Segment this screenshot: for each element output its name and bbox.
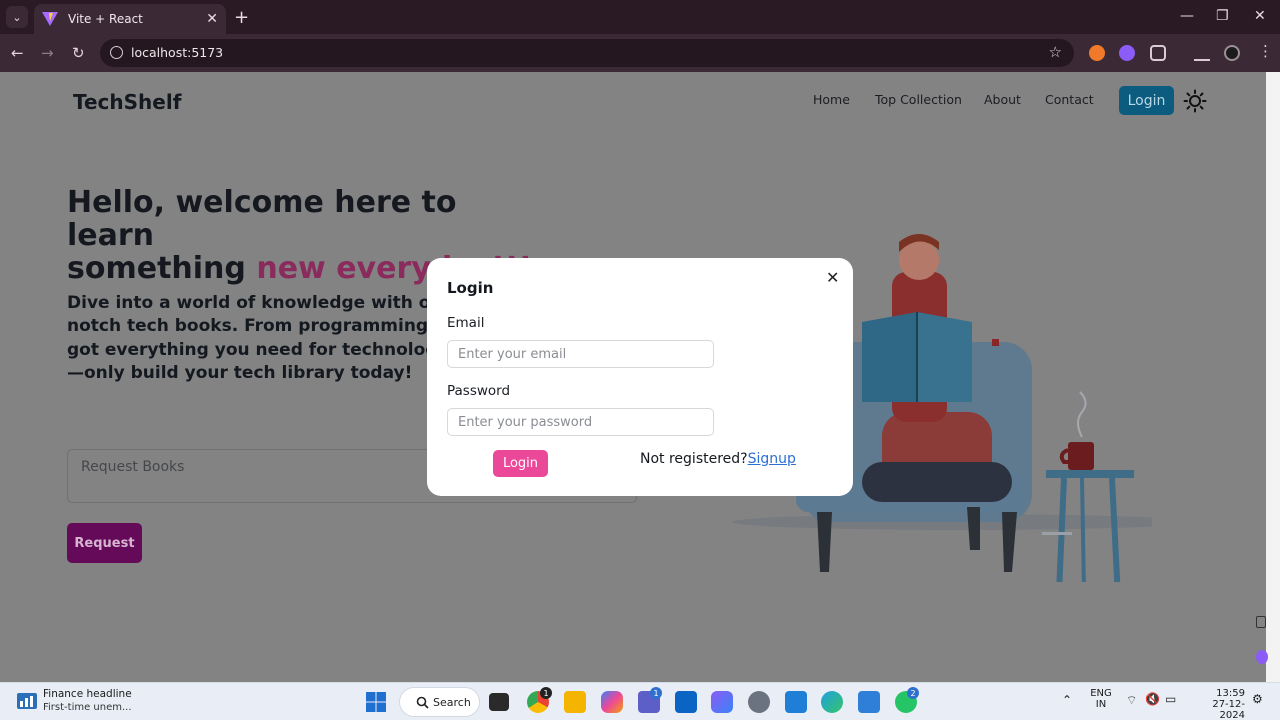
email-label: Email	[447, 315, 485, 331]
language-code: ENG	[1090, 688, 1112, 699]
windows-start-icon[interactable]	[365, 691, 387, 713]
bookmark-star-icon[interactable]: ☆	[1049, 43, 1062, 61]
search-label: Search	[433, 696, 471, 709]
volume-muted-icon[interactable]: 🔇	[1145, 692, 1160, 706]
theme-toggle-sun-icon[interactable]	[1183, 89, 1207, 113]
taskbar-search[interactable]: Search	[399, 687, 480, 717]
browser-menu-icon[interactable]: ⋮	[1258, 42, 1273, 60]
browser-tabstrip: ⌄ Vite + React ✕ + — ❐ ✕	[0, 0, 1280, 34]
modal-title: Login	[447, 279, 494, 297]
settings-gear-icon[interactable]	[748, 691, 770, 713]
search-icon	[416, 696, 429, 709]
nav-link-about[interactable]: About	[984, 92, 1021, 107]
vite-logo-icon	[42, 12, 58, 26]
copilot-icon[interactable]	[601, 691, 623, 713]
teams-badge: 1	[650, 687, 662, 699]
downloads-icon[interactable]	[1194, 45, 1210, 61]
modal-login-button[interactable]: Login	[493, 450, 548, 477]
url-text[interactable]: localhost:5173	[131, 45, 223, 60]
password-field[interactable]	[447, 408, 714, 436]
nav-link-contact[interactable]: Contact	[1045, 92, 1094, 107]
site-info-icon[interactable]	[110, 46, 123, 59]
tab-title: Vite + React	[68, 12, 143, 26]
hero-title-plain: something	[67, 251, 257, 286]
language-region: IN	[1095, 699, 1107, 710]
address-bar[interactable]: localhost:5173 ☆	[100, 39, 1074, 67]
hero-title-line1: Hello, welcome here to learn	[67, 185, 457, 253]
clock[interactable]: 13:59 27-12-2024	[1191, 688, 1245, 720]
extension-brain-icon[interactable]	[1119, 45, 1135, 61]
finance-widget-icon[interactable]	[16, 691, 38, 711]
battery-icon[interactable]: ▭	[1165, 692, 1176, 706]
signup-prompt: Not registered?Signup	[640, 451, 796, 467]
clock-time: 13:59	[1216, 688, 1245, 699]
ai-app-icon[interactable]	[711, 691, 733, 713]
edge-icon[interactable]	[821, 691, 843, 713]
maximize-icon[interactable]: ❐	[1216, 8, 1229, 24]
task-view-icon[interactable]	[489, 693, 509, 711]
notification-bell-icon[interactable]: ⚙	[1252, 692, 1263, 706]
wifi-icon[interactable]: ⌔	[1126, 693, 1137, 708]
whatsapp-badge: 2	[907, 687, 919, 699]
forward-icon[interactable]: →	[41, 44, 54, 62]
clock-date: 27-12-2024	[1212, 699, 1245, 720]
outlook-icon[interactable]	[675, 691, 697, 713]
widget-subtitle[interactable]: First-time unem...	[43, 702, 132, 713]
file-explorer-icon[interactable]	[564, 691, 586, 713]
new-tab-icon[interactable]: +	[234, 7, 249, 28]
signup-link[interactable]: Signup	[748, 451, 796, 467]
request-button[interactable]: Request	[67, 523, 142, 563]
profile-avatar[interactable]	[1224, 45, 1240, 61]
reload-icon[interactable]: ↻	[72, 44, 85, 62]
extensions-puzzle-icon[interactable]	[1150, 45, 1166, 61]
chrome-badge: 1	[540, 687, 552, 699]
side-extension-icon[interactable]	[1256, 650, 1268, 664]
tab-search-chevron-icon[interactable]: ⌄	[6, 6, 28, 28]
tray-overflow-icon[interactable]: ⌃	[1062, 693, 1072, 707]
back-icon[interactable]: ←	[11, 44, 24, 62]
modal-close-icon[interactable]: ✕	[826, 268, 839, 287]
browser-toolbar: ← → ↻ localhost:5173 ☆ ⋮	[0, 34, 1280, 72]
request-books-placeholder: Request Books	[81, 459, 185, 475]
password-label: Password	[447, 383, 511, 399]
page-scrollbar[interactable]	[1266, 72, 1280, 682]
login-modal: ✕ Login Email Password Login Not registe…	[427, 258, 853, 496]
email-field[interactable]	[447, 340, 714, 368]
taskbar: Finance headline First-time unem... Sear…	[0, 682, 1280, 720]
snipping-tool-icon[interactable]	[858, 691, 880, 713]
window-close-icon[interactable]: ✕	[1254, 8, 1266, 24]
nav-link-top-collection[interactable]: Top Collection	[875, 92, 962, 107]
browser-tab[interactable]: Vite + React ✕	[34, 4, 226, 34]
language-indicator[interactable]: ENG IN	[1089, 688, 1113, 710]
vscode-icon[interactable]	[785, 691, 807, 713]
nav-login-button[interactable]: Login	[1119, 86, 1174, 115]
nav-link-home[interactable]: Home	[813, 92, 850, 107]
widget-title[interactable]: Finance headline	[43, 688, 132, 700]
side-panel-icon[interactable]	[1256, 616, 1266, 628]
brand-logo[interactable]: TechShelf	[73, 90, 181, 114]
tab-close-icon[interactable]: ✕	[206, 11, 218, 27]
minimize-icon[interactable]: —	[1180, 8, 1194, 24]
extension-icon[interactable]	[1089, 45, 1105, 61]
not-registered-text: Not registered?	[640, 451, 748, 467]
